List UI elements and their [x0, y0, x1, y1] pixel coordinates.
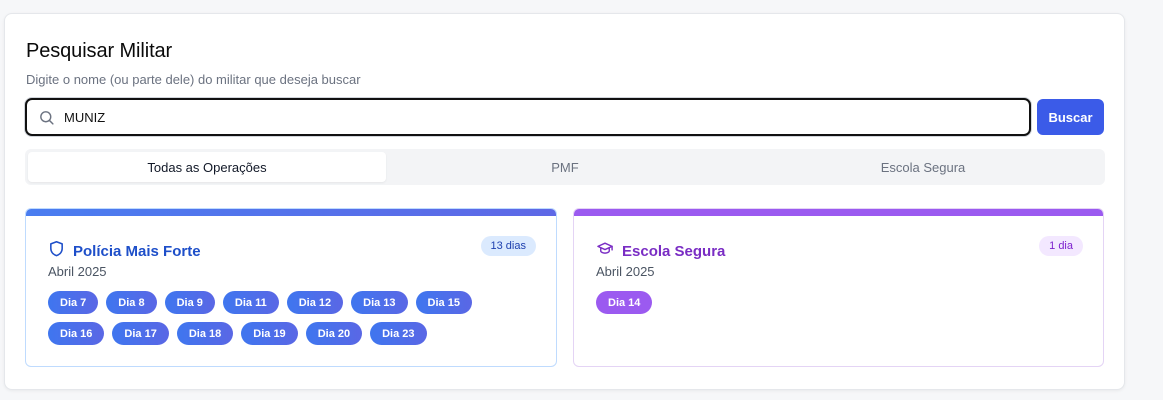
days-count-badge: 1 dia — [1039, 236, 1083, 256]
day-chip: Dia 9 — [164, 291, 215, 314]
page-title: Pesquisar Militar — [26, 40, 173, 62]
tab-all-operations[interactable]: Todas as Operações — [28, 152, 386, 182]
operation-tabs: Todas as Operações PMF Escola Segura — [25, 149, 1105, 185]
day-chip: Dia 23 — [370, 322, 427, 345]
day-chips: Dia 14 — [596, 291, 1076, 314]
day-chip: Dia 19 — [241, 322, 298, 345]
page-subtitle: Digite o nome (ou parte dele) do militar… — [26, 72, 361, 87]
search-input[interactable] — [64, 102, 1004, 132]
card-accent-bar — [574, 209, 1103, 216]
day-chip: Dia 17 — [112, 322, 169, 345]
days-count-badge: 13 dias — [480, 236, 536, 256]
day-chip: Dia 18 — [176, 322, 234, 345]
search-panel: Pesquisar Militar Digite o nome (ou part… — [4, 13, 1125, 390]
day-chip: Dia 11 — [222, 291, 279, 314]
card-month: Abril 2025 — [596, 264, 655, 279]
operation-card-pmf: Polícia Mais Forte 13 dias Abril 2025 Di… — [25, 208, 557, 367]
card-title: Escola Segura — [622, 242, 726, 260]
day-chip: Dia 13 — [351, 291, 408, 314]
search-box[interactable] — [25, 98, 1031, 136]
card-accent-bar — [26, 209, 556, 216]
search-button[interactable]: Buscar — [1037, 99, 1104, 135]
day-chip: Dia 14 — [596, 291, 653, 314]
day-chip: Dia 16 — [48, 322, 105, 345]
day-chip: Dia 12 — [286, 291, 344, 314]
card-title: Polícia Mais Forte — [73, 242, 201, 260]
day-chip: Dia 20 — [305, 322, 363, 345]
tab-pmf[interactable]: PMF — [386, 152, 744, 182]
graduation-cap-icon — [596, 240, 614, 262]
search-icon — [37, 108, 55, 126]
day-chips: Dia 7 Dia 8 Dia 9 Dia 11 Dia 12 Dia 13 D… — [48, 291, 528, 345]
day-chip: Dia 8 — [106, 291, 157, 314]
day-chip: Dia 15 — [415, 291, 472, 314]
card-month: Abril 2025 — [48, 264, 107, 279]
shield-icon — [48, 240, 65, 262]
operation-card-escola-segura: Escola Segura 1 dia Abril 2025 Dia 14 — [573, 208, 1104, 367]
tab-escola-segura[interactable]: Escola Segura — [744, 152, 1102, 182]
day-chip: Dia 7 — [48, 291, 99, 314]
